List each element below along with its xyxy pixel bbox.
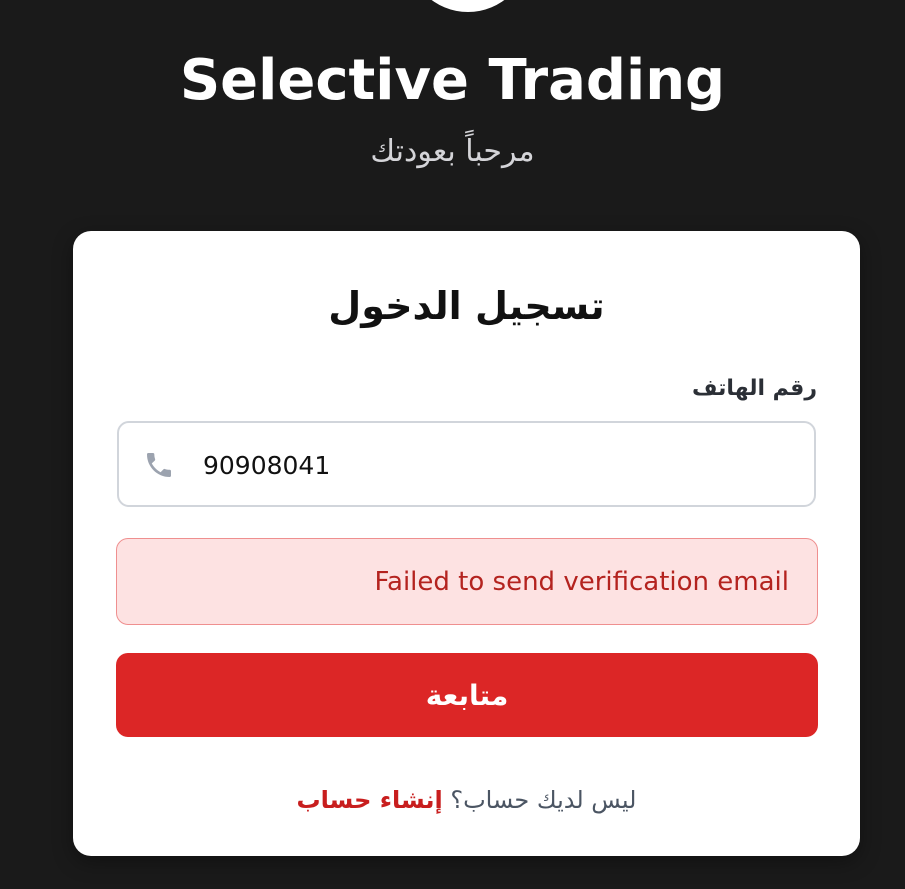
- phone-field[interactable]: [117, 421, 816, 507]
- continue-button[interactable]: متابعة: [116, 653, 818, 737]
- error-message: Failed to send verification email: [374, 567, 789, 597]
- welcome-subtitle: مرحباً بعودتك: [370, 134, 535, 169]
- brand-title: Selective Trading: [179, 48, 726, 113]
- error-alert: Failed to send verification email: [116, 538, 818, 625]
- phone-icon: [147, 453, 171, 477]
- login-card: تسجيل الدخول رقم الهاتف Failed to send v…: [73, 231, 860, 856]
- phone-input[interactable]: [203, 443, 793, 487]
- create-account-link[interactable]: إنشاء حساب: [297, 786, 443, 814]
- phone-label: رقم الهاتف: [691, 376, 817, 401]
- logo: [407, 0, 529, 12]
- login-title: تسجيل الدخول: [328, 284, 605, 328]
- signup-prompt: ليس لديك حساب؟ إنشاء حساب: [73, 783, 860, 817]
- no-account-text: ليس لديك حساب؟: [450, 786, 637, 814]
- login-page: Selective Trading مرحباً بعودتك تسجيل ال…: [0, 0, 905, 889]
